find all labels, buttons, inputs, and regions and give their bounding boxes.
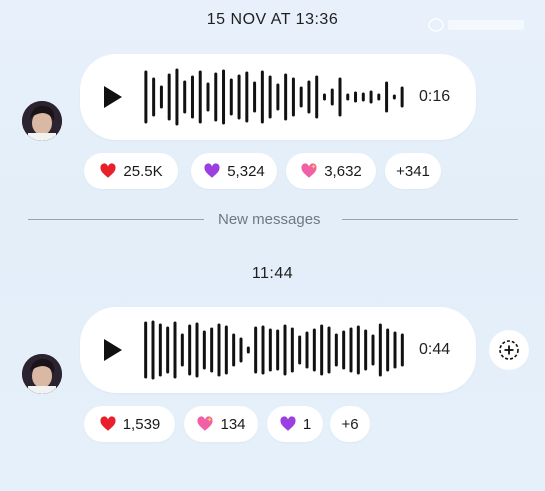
red-heart-icon xyxy=(100,416,116,431)
divider-line-right xyxy=(342,219,518,220)
sparkling-heart-icon xyxy=(301,163,317,178)
reaction-count: 5,324 xyxy=(227,162,265,180)
reaction-more-count: +6 xyxy=(341,415,359,433)
reaction-purple-heart[interactable]: 1 xyxy=(267,406,323,442)
new-messages-divider: New messages xyxy=(218,211,321,228)
divider-line-left xyxy=(28,219,204,220)
reaction-more[interactable]: +341 xyxy=(385,153,441,189)
purple-heart-icon xyxy=(280,416,296,431)
sender-avatar[interactable] xyxy=(22,354,62,394)
play-icon[interactable] xyxy=(104,339,122,361)
reaction-count: 1,539 xyxy=(122,415,161,433)
play-icon[interactable] xyxy=(104,86,122,108)
voice-message-bubble[interactable]: 0:44 xyxy=(80,307,476,393)
add-reaction-button[interactable] xyxy=(489,330,529,370)
reaction-count: 1 xyxy=(302,415,312,433)
reaction-count: 25.5K xyxy=(123,162,163,180)
avatar-image xyxy=(22,354,62,394)
timestamp-header: 15 NOV AT 13:36 xyxy=(206,11,339,28)
reaction-more[interactable]: +6 xyxy=(330,406,370,442)
purple-heart-icon xyxy=(204,163,220,178)
reaction-more-count: +341 xyxy=(396,162,430,180)
timestamp-header: 11:44 xyxy=(251,265,294,282)
reaction-sparkling-heart[interactable]: 134 xyxy=(184,406,258,442)
red-heart-icon xyxy=(100,163,116,178)
reaction-count: 134 xyxy=(220,415,246,433)
sparkling-heart-icon xyxy=(197,416,214,431)
voice-duration: 0:16 xyxy=(419,88,451,105)
voice-waveform[interactable] xyxy=(142,320,406,380)
voice-message-bubble[interactable]: 0:16 xyxy=(80,54,476,140)
reaction-sparkling-heart[interactable]: 3,632 xyxy=(286,153,376,189)
reaction-count: 3,632 xyxy=(324,162,362,180)
reaction-red-heart[interactable]: 25.5K xyxy=(84,153,178,189)
add-reaction-icon xyxy=(499,340,519,360)
reaction-purple-heart[interactable]: 5,324 xyxy=(191,153,277,189)
sender-avatar[interactable] xyxy=(22,101,62,141)
voice-duration: 0:44 xyxy=(419,341,451,358)
reaction-red-heart[interactable]: 1,539 xyxy=(84,406,175,442)
voice-waveform[interactable] xyxy=(142,67,406,127)
avatar-image xyxy=(22,101,62,141)
